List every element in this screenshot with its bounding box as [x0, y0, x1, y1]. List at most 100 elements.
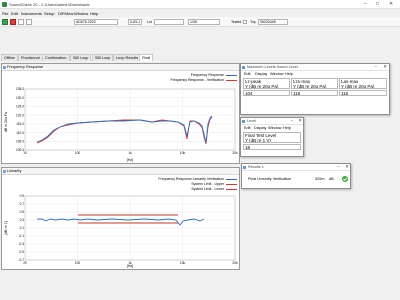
close-icon[interactable]: ✕ [298, 118, 302, 124]
tab-offline[interactable]: Offline [1, 54, 18, 61]
pause-button[interactable] [18, 19, 24, 25]
menu-display[interactable]: Display [255, 72, 267, 76]
lot-field[interactable] [154, 19, 184, 25]
menu-dirview[interactable]: DIRView [58, 11, 73, 16]
x-tick-label: 20 [23, 261, 27, 265]
title-bar: SoundCheck 20 - C:\Users\admin\Downloads… [0, 0, 400, 9]
y-tick-label: -0.5 [19, 250, 25, 254]
y-tick-label: 135.0 [16, 87, 24, 91]
tab-confirmation[interactable]: Confirmation [42, 54, 70, 61]
tab-sib-loop-2[interactable]: SiB Loop [92, 54, 114, 61]
menu-edit[interactable]: Edit [11, 11, 18, 16]
counter-field[interactable]: 1/36 [188, 19, 220, 25]
frequency-x-ticks: 10 100 1k 10k 20k [23, 151, 238, 155]
menu-file[interactable]: File [2, 11, 8, 16]
level-window: Level – ✕ Edit Display Window Help Final… [240, 117, 304, 157]
menu-display[interactable]: Display [254, 126, 266, 130]
table-cell: 18 [243, 144, 301, 150]
tab-sib-loop-1[interactable]: SiB Loop [70, 54, 92, 61]
run-button[interactable] [2, 19, 8, 25]
window-header: Level – ✕ [241, 118, 303, 125]
results-window: Results 1 – ✕ Final Linearity Verificati… [241, 163, 351, 189]
close-icon[interactable]: ✕ [345, 164, 349, 170]
menu-edit[interactable]: Edit [244, 72, 251, 76]
minimize-icon[interactable]: – [374, 64, 377, 69]
x-tick-label: 10k [180, 151, 186, 155]
window-icon [243, 166, 246, 169]
menu-bar: File Edit Instruments Setup DIRView Wind… [0, 10, 400, 17]
window-title: SoundCheck 20 - C:\Users\admin\Downloads [9, 2, 90, 7]
close-icon[interactable]: ✕ [389, 1, 393, 7]
linearity-y-label: [dB re 1] [4, 221, 8, 234]
frequency-response-panel: Frequency Response Frequency Response Fr… [1, 63, 240, 164]
open-icon[interactable] [26, 19, 32, 25]
x-tick-label: 20k [232, 151, 238, 155]
x-tick-label: 20k [232, 261, 238, 265]
frequency-chart: 135.0130.0125.0120.0115.0110.0105.0100.0… [4, 87, 238, 162]
tab-final[interactable]: Final [139, 54, 154, 61]
menu-help[interactable]: Help [283, 126, 291, 130]
result-value: 320m [315, 177, 325, 181]
menu-edit[interactable]: Edit [244, 126, 251, 130]
y-tick-label: 0.1 [20, 226, 25, 230]
tab-loop-results[interactable]: Loop Results [113, 54, 142, 61]
x-tick-label: 10 [23, 151, 27, 155]
menu-help[interactable]: Help [90, 11, 98, 16]
minimize-icon[interactable]: – [364, 1, 367, 7]
menu-window[interactable]: Window [270, 72, 284, 76]
header-unit: Y (dB re 1 V) [245, 138, 271, 143]
column-header: Final Test Level Y (dB re 1 V) [243, 132, 301, 143]
y-tick-label: -0.3 [19, 242, 25, 246]
header-unit: Y (dB re 20u Pa) [341, 84, 375, 89]
app-icon [2, 2, 7, 7]
window-icon [242, 66, 245, 69]
y-tick-label: 105.0 [16, 139, 24, 143]
table-cell: 104 [243, 90, 290, 96]
y-tick-label: 0.7 [20, 202, 25, 206]
menu-setup[interactable]: Setup [44, 11, 54, 16]
table-cell: 118 [291, 90, 338, 96]
menu-window[interactable]: Window [74, 11, 88, 16]
x-tick-label: 10k [180, 261, 186, 265]
y-tick-label: 110.0 [16, 131, 24, 135]
column-header: Las-max Y (dB re 20u Pa) [339, 78, 387, 89]
x-tick-label: 100 [75, 151, 81, 155]
window-title: Level [247, 119, 257, 123]
y-tick-label: 0.3 [20, 218, 25, 222]
lot-label: Lot [147, 20, 152, 24]
menu-window[interactable]: Window [268, 126, 282, 130]
frequency-y-label: dB re 20u Pa [4, 112, 8, 132]
y-tick-label: 115.0 [16, 122, 24, 126]
x-tick-label: 1k [128, 151, 132, 155]
y-tick-label: 120.0 [16, 113, 24, 117]
stop-button[interactable] [10, 19, 16, 25]
y-tick-label: 130.0 [16, 96, 24, 100]
y-tick-label: -0.1 [19, 234, 25, 238]
maximize-icon[interactable]: □ [376, 1, 379, 7]
id-label: Top [250, 20, 256, 24]
frequency-x-label: [Hz] [127, 158, 133, 162]
tested-checkbox[interactable] [243, 20, 247, 24]
result-label: Final Linearity Verification [248, 177, 292, 181]
header-unit: Y (dB re 20u Pa) [245, 84, 279, 89]
frequency-y-ticks: 135.0130.0125.0120.0115.0110.0105.0100.0 [16, 87, 24, 152]
menu-instruments[interactable]: Instruments [21, 11, 42, 16]
close-icon[interactable]: ✕ [383, 64, 387, 70]
id-field[interactable]: 05220448 [258, 19, 288, 25]
maximum-levels-window: Maximum Levels Sound Level – ✕ Edit Disp… [240, 63, 390, 115]
step-field[interactable]: 0-63-1 [128, 19, 142, 25]
window-header: Maximum Levels Sound Level – ✕ [241, 64, 389, 71]
tab-provisional[interactable]: Provisional [18, 54, 43, 61]
tab-bar: Offline Provisional Confirmation SiB Loo… [0, 54, 400, 62]
x-tick-label: 100 [75, 261, 81, 265]
linearity-panel: Linearity Frequency Response Linearity V… [1, 167, 240, 270]
minimize-icon[interactable]: – [290, 118, 293, 123]
minimize-icon[interactable]: – [337, 164, 340, 169]
linearity-y-ticks: 0.90.70.50.30.1-0.1-0.3-0.5-0.7 [19, 194, 25, 262]
window-header: Results 1 – ✕ [242, 164, 350, 171]
column-header: Lzs-max Y (dB re 20u Pa) [291, 78, 338, 89]
menu-help[interactable]: Help [285, 72, 293, 76]
sequence-field[interactable]: AD075-2022 [74, 19, 118, 25]
window-icon [242, 120, 245, 123]
check-icon [342, 177, 348, 181]
